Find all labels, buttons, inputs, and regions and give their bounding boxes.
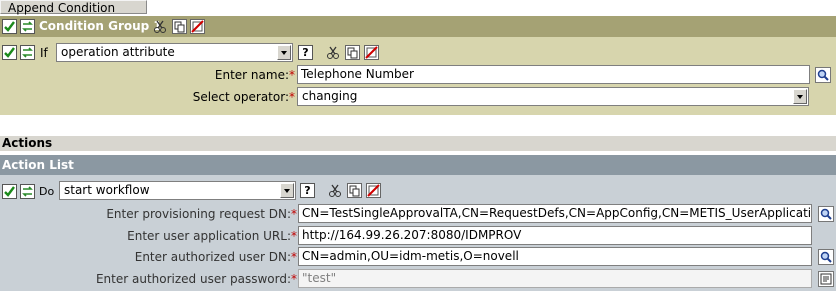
actions-section-bar — [0, 136, 836, 151]
enable-check-icon[interactable] — [2, 184, 17, 199]
chevron-down-icon[interactable] — [793, 89, 807, 104]
authorized-user-dn-input[interactable]: CN=admin,OU=idm-metis,O=novell — [298, 247, 812, 266]
chevron-down-icon[interactable] — [280, 183, 294, 198]
enter-name-label: Enter name:* — [120, 67, 295, 83]
copy-icon[interactable] — [345, 45, 360, 60]
enter-name-label-text: Enter name: — [214, 68, 289, 82]
required-marker: * — [291, 250, 297, 264]
enable-check-icon[interactable] — [2, 45, 17, 60]
operator-select[interactable]: changing — [297, 87, 809, 106]
required-marker: * — [291, 229, 297, 243]
delete-icon[interactable] — [190, 19, 205, 34]
delete-icon[interactable] — [364, 45, 379, 60]
copy-icon[interactable] — [172, 19, 187, 34]
search-icon[interactable] — [818, 206, 834, 222]
copy-icon[interactable] — [347, 183, 362, 198]
help-button[interactable]: ? — [300, 183, 315, 198]
toggle-icon[interactable] — [20, 45, 35, 60]
append-condition-group-button[interactable]: Append Condition Group — [0, 0, 147, 29]
toggle-icon[interactable] — [20, 19, 35, 34]
action-list-header — [0, 155, 836, 175]
search-icon[interactable] — [815, 67, 831, 83]
required-marker: * — [291, 207, 297, 221]
search-icon[interactable] — [818, 249, 834, 265]
toggle-icon[interactable] — [20, 184, 35, 199]
required-marker: * — [289, 68, 295, 82]
enable-check-icon[interactable] — [2, 19, 17, 34]
required-marker: * — [291, 272, 297, 286]
operator-select-value: changing — [302, 89, 358, 103]
provisioning-dn-label: Enter provisioning request DN:* — [60, 206, 297, 222]
cut-icon[interactable] — [328, 183, 343, 198]
action-select-value: start workflow — [64, 183, 150, 197]
chevron-down-icon[interactable] — [277, 45, 291, 60]
authorized-password-input[interactable]: "test" — [298, 269, 812, 288]
required-marker: * — [289, 90, 295, 104]
actions-section-title: Actions — [2, 136, 53, 150]
provisioning-dn-input[interactable]: CN=TestSingleApprovalTA,CN=RequestDefs,C… — [298, 204, 812, 223]
select-operator-label: Select operator:* — [120, 89, 295, 105]
delete-icon[interactable] — [366, 183, 381, 198]
name-input[interactable]: Telephone Number — [297, 65, 810, 84]
authorized-user-dn-label-text: Enter authorized user DN: — [134, 250, 291, 264]
condition-select[interactable]: operation attribute — [56, 43, 293, 62]
select-operator-label-text: Select operator: — [192, 90, 289, 104]
provisioning-dn-label-text: Enter provisioning request DN: — [106, 207, 291, 221]
user-app-url-label-text: Enter user application URL: — [127, 229, 291, 243]
cut-icon[interactable] — [153, 19, 168, 34]
authorized-user-dn-label: Enter authorized user DN:* — [60, 249, 297, 265]
authorized-password-label: Enter authorized user password:* — [60, 271, 297, 287]
authorized-password-label-text: Enter authorized user password: — [95, 272, 291, 286]
help-button[interactable]: ? — [298, 45, 313, 60]
cut-icon[interactable] — [326, 45, 341, 60]
condition-group-title: Condition Group 1 — [39, 19, 162, 33]
edit-icon[interactable] — [818, 271, 834, 287]
action-list-title: Action List — [2, 158, 74, 172]
condition-select-value: operation attribute — [61, 45, 175, 59]
action-select[interactable]: start workflow — [59, 181, 296, 200]
do-label: Do — [39, 185, 55, 198]
if-label: If — [40, 46, 48, 60]
user-app-url-input[interactable]: http://164.99.26.207:8080/IDMPROV — [298, 226, 812, 245]
user-app-url-label: Enter user application URL:* — [60, 228, 297, 244]
